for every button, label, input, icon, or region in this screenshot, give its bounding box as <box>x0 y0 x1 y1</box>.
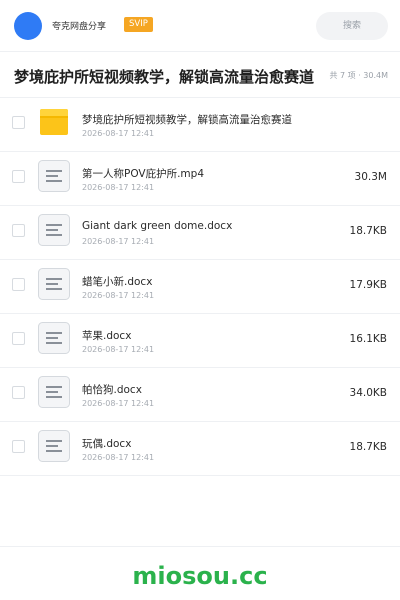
select-checkbox[interactable] <box>12 170 25 183</box>
file-name[interactable]: 苹果.docx <box>82 328 131 343</box>
file-name[interactable]: 第一人称POV庇护所.mp4 <box>82 166 204 181</box>
file-size: 30.3M <box>354 171 387 183</box>
brand-logo-text: miosou.cc <box>132 562 268 590</box>
select-checkbox[interactable] <box>12 332 25 345</box>
file-size: 17.9KB <box>349 279 387 291</box>
file-name[interactable]: 蜡笔小新.docx <box>82 274 152 289</box>
file-name[interactable]: 玩偶.docx <box>82 436 131 451</box>
file-name[interactable]: 梦境庇护所短视频教学，解锁高流量治愈赛道 <box>82 112 292 127</box>
file-row[interactable]: 苹果.docx 2026-08-17 12:41 16.1KB <box>0 314 400 368</box>
file-name[interactable]: 帕恰狗.docx <box>82 382 142 397</box>
document-icon <box>38 268 70 300</box>
file-row[interactable]: 第一人称POV庇护所.mp4 2026-08-17 12:41 30.3M <box>0 152 400 206</box>
file-date: 2026-08-17 12:41 <box>82 291 155 300</box>
file-list: 梦境庇护所短视频教学，解锁高流量治愈赛道 2026-08-17 12:41 第一人称… <box>0 98 400 476</box>
file-date: 2026-08-17 12:41 <box>82 453 155 462</box>
document-icon <box>38 160 70 192</box>
file-size: 16.1KB <box>349 333 387 345</box>
file-row[interactable]: Giant dark green dome.docx 2026-08-17 12:… <box>0 206 400 260</box>
file-row[interactable]: 蜡笔小新.docx 2026-08-17 12:41 17.9KB <box>0 260 400 314</box>
file-row[interactable]: 帕恰狗.docx 2026-08-17 12:41 34.0KB <box>0 368 400 422</box>
select-checkbox[interactable] <box>12 440 25 453</box>
search-input[interactable]: 搜索 <box>316 12 388 40</box>
file-size: 34.0KB <box>349 387 387 399</box>
avatar[interactable] <box>14 12 42 40</box>
file-date: 2026-08-17 12:41 <box>82 129 155 138</box>
file-size: 18.7KB <box>349 225 387 237</box>
document-icon <box>38 214 70 246</box>
file-date: 2026-08-17 12:41 <box>82 399 155 408</box>
document-icon <box>38 322 70 354</box>
file-row[interactable]: 梦境庇护所短视频教学，解锁高流量治愈赛道 2026-08-17 12:41 <box>0 98 400 152</box>
file-name[interactable]: Giant dark green dome.docx <box>82 220 232 232</box>
file-date: 2026-08-17 12:41 <box>82 345 155 354</box>
document-icon <box>38 376 70 408</box>
folder-icon <box>38 106 70 138</box>
username: 夸克网盘分享 <box>52 22 107 32</box>
select-checkbox[interactable] <box>12 116 25 129</box>
footer-divider <box>0 546 400 547</box>
select-checkbox[interactable] <box>12 278 25 291</box>
svip-badge: SVIP <box>124 17 153 32</box>
select-checkbox[interactable] <box>12 386 25 399</box>
share-meta: 共 7 项 · 30.4M <box>323 70 388 81</box>
file-date: 2026-08-17 12:41 <box>82 183 155 192</box>
file-row[interactable]: 玩偶.docx 2026-08-17 12:41 18.7KB <box>0 422 400 476</box>
share-header: 梦境庇护所短视频教学，解锁高流量治愈赛道 共 7 项 · 30.4M <box>0 52 400 98</box>
file-size: 18.7KB <box>349 441 387 453</box>
document-icon <box>38 430 70 462</box>
page-title: 梦境庇护所短视频教学，解锁高流量治愈赛道 <box>14 68 315 86</box>
select-checkbox[interactable] <box>12 224 25 237</box>
file-date: 2026-08-17 12:41 <box>82 237 155 246</box>
top-bar: 夸克网盘分享 SVIP 搜索 <box>0 0 400 52</box>
